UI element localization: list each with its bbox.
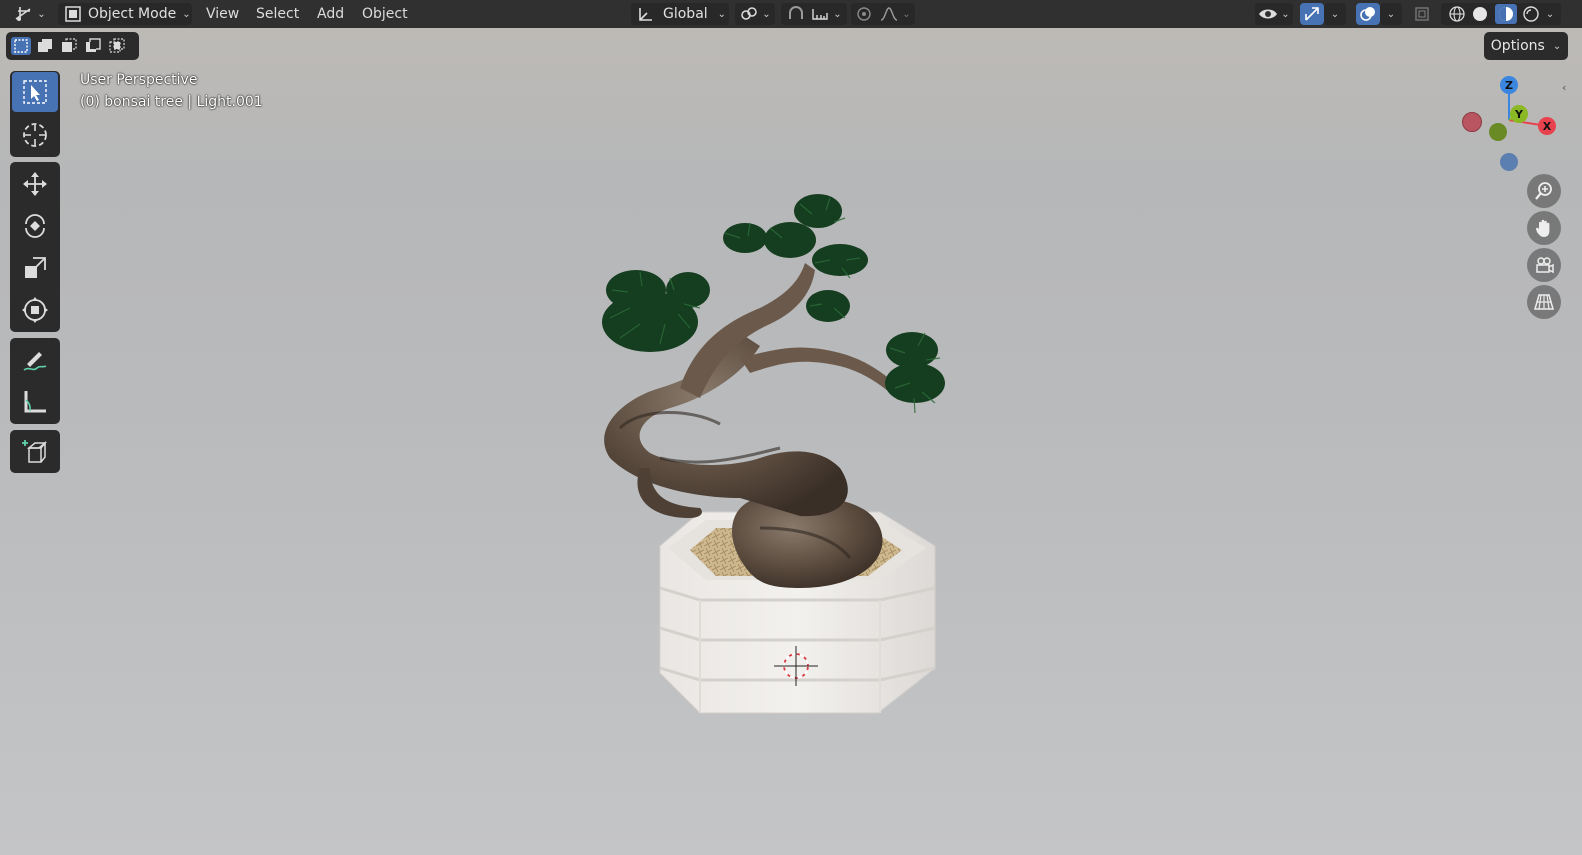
overlays-dropdown[interactable]: ⌄: [1380, 3, 1402, 25]
falloff-curve-icon[interactable]: [879, 5, 899, 23]
gizmo-dropdown[interactable]: ⌄: [1324, 3, 1346, 25]
snap-increment-icon[interactable]: [810, 5, 830, 23]
shading-mode-group: ⌄: [1441, 3, 1561, 25]
overlays-icon: [1360, 7, 1375, 21]
shading-dropdown[interactable]: ⌄: [1546, 9, 1554, 20]
overlays-toggle-button[interactable]: [1356, 3, 1380, 25]
xray-toggle-button[interactable]: [1410, 3, 1434, 25]
snap-group: ⌄: [781, 3, 847, 25]
viewport-editor-icon: [15, 7, 31, 21]
transform-orientation-dropdown[interactable]: Global ⌄: [631, 3, 729, 25]
orientation-label: Global: [663, 6, 708, 22]
orientation-axes-icon: [639, 8, 652, 21]
material-preview-shading-button[interactable]: [1494, 4, 1517, 24]
xray-icon: [1415, 7, 1429, 21]
chevron-down-icon: ⌄: [1330, 8, 1340, 20]
chevron-down-icon[interactable]: ⌄: [902, 9, 910, 20]
gizmo-icon: [1305, 7, 1319, 21]
chevron-down-icon: ⌄: [762, 8, 771, 20]
viewport-header: ⌄ Object Mode ⌄ View Select Add Object G…: [0, 0, 1582, 28]
menu-add[interactable]: Add: [311, 3, 350, 25]
wireframe-shading-icon[interactable]: [1448, 5, 1466, 23]
bonsai-scene: [602, 194, 945, 714]
chevron-down-icon: ⌄: [1386, 8, 1396, 20]
proportional-editing-icon[interactable]: [855, 5, 873, 23]
menu-select[interactable]: Select: [250, 3, 305, 25]
eye-icon: [1259, 9, 1278, 19]
pivot-icon: [741, 7, 758, 20]
editor-type-dropdown[interactable]: ⌄: [10, 3, 50, 25]
mode-label: Object Mode: [88, 6, 177, 22]
solid-shading-icon[interactable]: [1471, 5, 1489, 23]
mode-dropdown[interactable]: Object Mode ⌄: [58, 3, 192, 25]
rendered-shading-icon[interactable]: [1522, 5, 1540, 23]
menu-object[interactable]: Object: [356, 3, 414, 25]
chevron-down-icon: ⌄: [37, 8, 46, 20]
foliage: [602, 194, 945, 403]
chevron-down-icon[interactable]: ⌄: [833, 9, 841, 20]
material-preview-icon: [1498, 7, 1513, 21]
chevron-down-icon: ⌄: [182, 8, 191, 20]
object-mode-icon: [65, 6, 81, 22]
visibility-dropdown[interactable]: ⌄: [1255, 3, 1293, 25]
pivot-point-dropdown[interactable]: ⌄: [735, 3, 775, 25]
chevron-down-icon: ⌄: [717, 8, 727, 20]
chevron-down-icon: ⌄: [1281, 8, 1290, 20]
snap-magnet-icon[interactable]: [786, 5, 806, 23]
3d-viewport[interactable]: Options ⌄ User Perspective (0) bonsai tr…: [0, 28, 1582, 855]
gizmo-toggle-button[interactable]: [1300, 3, 1324, 25]
menu-view[interactable]: View: [200, 3, 245, 25]
proportional-editing-group: ⌄: [851, 3, 915, 25]
